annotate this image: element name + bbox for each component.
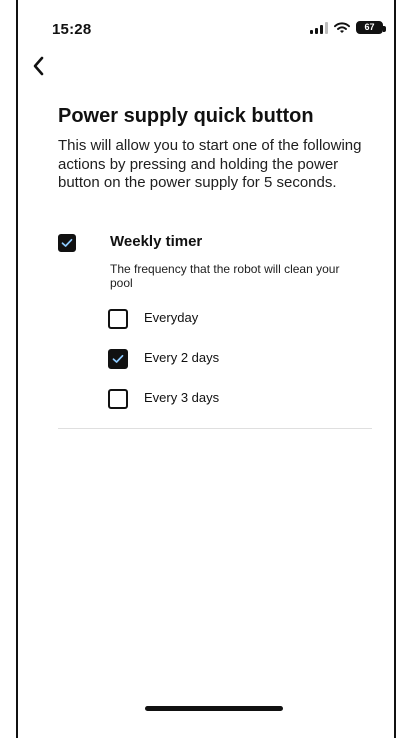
everyday-checkbox[interactable] [108, 309, 128, 329]
battery-level: 67 [364, 22, 375, 32]
every-2-days-label: Every 2 days [144, 350, 220, 365]
status-bar: 15:28 67 [34, 18, 386, 44]
weekly-timer-label: Weekly timer [110, 233, 203, 250]
status-time: 15:28 [52, 21, 92, 38]
status-icons: 67 [310, 21, 386, 34]
battery-icon: 67 [356, 21, 386, 34]
every-3-days-checkbox[interactable] [108, 389, 128, 409]
weekly-timer-description: The frequency that the robot will clean … [110, 262, 340, 291]
frequency-option-every-3-days[interactable]: Every 3 days [108, 389, 308, 409]
wifi-icon [334, 21, 350, 33]
cellular-signal-icon [310, 21, 328, 34]
frequency-option-everyday[interactable]: Everyday [108, 309, 308, 329]
everyday-label: Everyday [144, 310, 199, 325]
page-title: Power supply quick button [58, 105, 314, 127]
every-2-days-checkbox[interactable] [108, 349, 128, 369]
frequency-option-every-2-days[interactable]: Every 2 days [108, 349, 308, 369]
checkmark-icon [61, 238, 73, 247]
chevron-left-icon [33, 56, 44, 76]
section-divider [58, 428, 372, 429]
home-indicator [145, 706, 283, 711]
every-3-days-label: Every 3 days [144, 390, 220, 405]
page-description: This will allow you to start one of the … [58, 137, 362, 192]
weekly-timer-checkbox[interactable] [58, 234, 76, 252]
checkmark-icon [112, 354, 124, 363]
frequency-options: Everyday Every 2 days Every 3 days [108, 309, 308, 429]
back-button[interactable] [28, 54, 50, 78]
